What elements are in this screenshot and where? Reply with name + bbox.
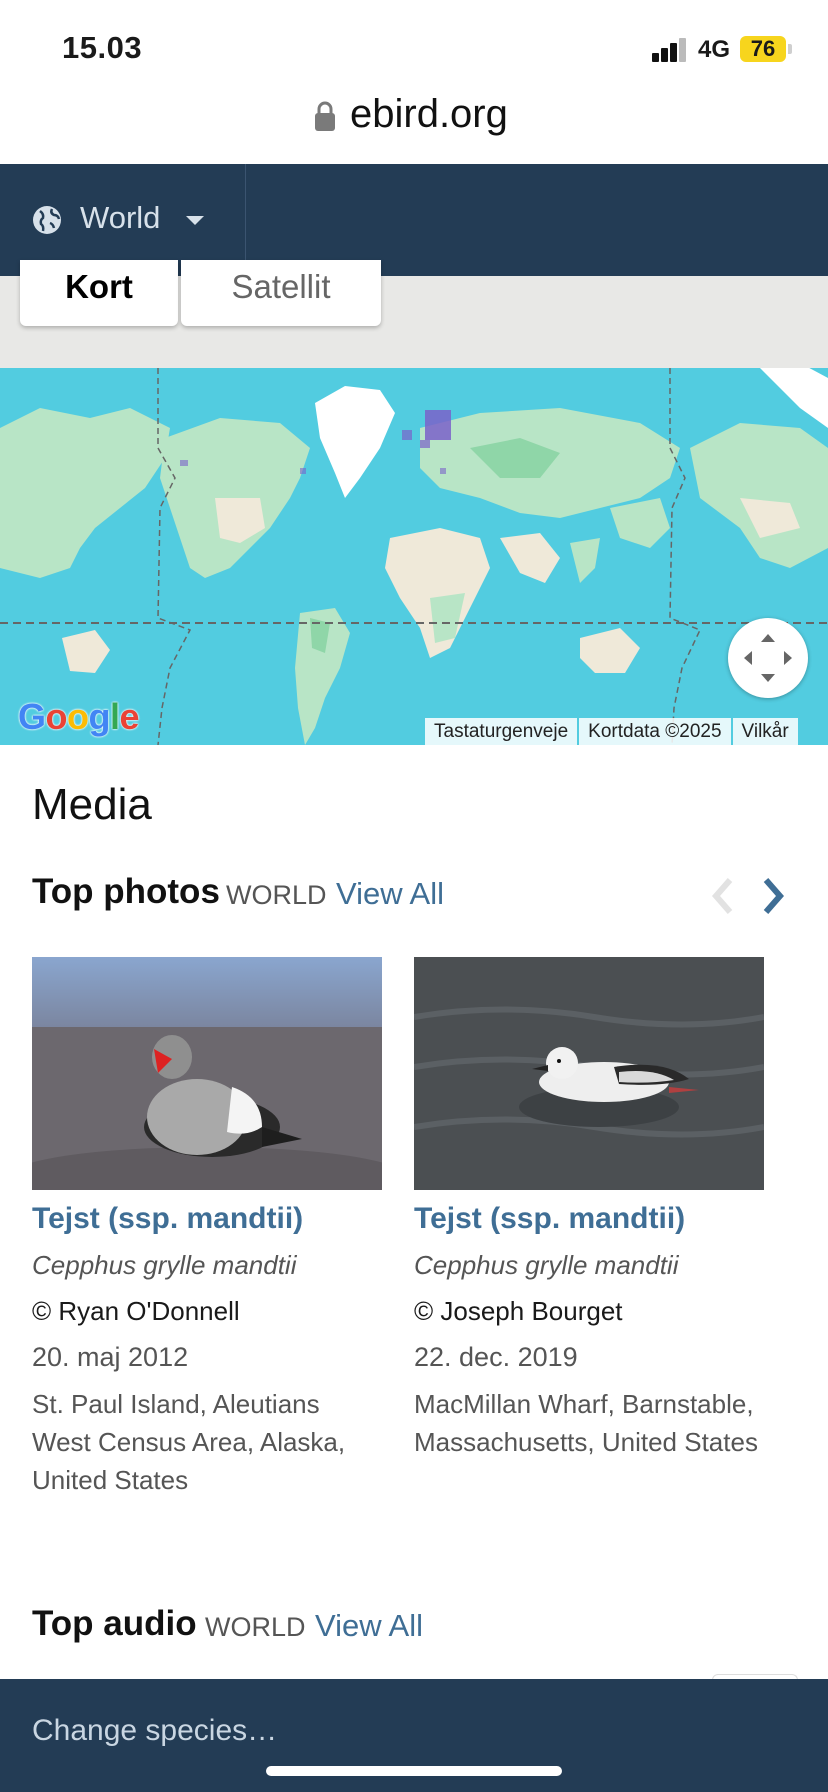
top-photos-scope: WORLD bbox=[226, 880, 327, 910]
top-audio-scope: WORLD bbox=[205, 1612, 306, 1642]
photo-species-name[interactable]: Tejst (ssp. mandtii) bbox=[32, 1202, 303, 1236]
region-selector[interactable]: World bbox=[80, 200, 160, 236]
change-species-button[interactable]: Change species… bbox=[32, 1714, 277, 1748]
photo-species-name[interactable]: Tejst (ssp. mandtii) bbox=[414, 1202, 685, 1236]
map-attribution: Tastaturgenveje Kortdata ©2025 Vilkår bbox=[423, 718, 798, 745]
map-tab-kort[interactable]: Kort bbox=[20, 260, 178, 326]
range-map[interactable] bbox=[0, 368, 828, 745]
photo-date: 20. maj 2012 bbox=[32, 1342, 189, 1372]
photo-scientific-name: Cepphus grylle mandtii bbox=[414, 1250, 679, 1280]
lock-icon bbox=[315, 101, 335, 131]
battery-nub bbox=[788, 44, 792, 54]
status-time: 15.03 bbox=[62, 30, 143, 65]
google-logo: Google bbox=[18, 696, 140, 737]
keyboard-shortcuts-link[interactable]: Tastaturgenveje bbox=[425, 718, 578, 745]
top-audio-view-all-link[interactable]: View All bbox=[315, 1608, 423, 1644]
photo-thumbnail[interactable] bbox=[414, 957, 764, 1190]
network-type: 4G bbox=[698, 36, 731, 63]
photo-credit: © Joseph Bourget bbox=[414, 1296, 623, 1326]
map-canvas bbox=[0, 368, 828, 745]
url-text[interactable]: ebird.org bbox=[350, 92, 508, 137]
home-indicator[interactable] bbox=[266, 1766, 562, 1776]
photo-location: St. Paul Island, Aleutians West Census A… bbox=[32, 1389, 346, 1495]
chevron-down-icon[interactable] bbox=[186, 216, 204, 225]
top-photos-heading: Top photos bbox=[32, 872, 220, 911]
battery-level: 76 bbox=[740, 36, 786, 62]
signal-icon bbox=[652, 38, 690, 62]
globe-icon bbox=[33, 206, 61, 234]
photo-location: MacMillan Wharf, Barnstable, Massachuset… bbox=[414, 1389, 758, 1457]
top-photos-view-all-link[interactable]: View All bbox=[336, 876, 444, 912]
photo-date: 22. dec. 2019 bbox=[414, 1342, 578, 1372]
chevron-right-icon[interactable] bbox=[754, 876, 790, 916]
media-title: Media bbox=[32, 780, 152, 829]
terms-link[interactable]: Vilkår bbox=[732, 718, 798, 745]
bird-photo-image bbox=[414, 957, 764, 1190]
photo-thumbnail[interactable] bbox=[32, 957, 382, 1190]
bird-photo-image bbox=[32, 957, 382, 1190]
map-tab-satellit[interactable]: Satellit bbox=[181, 260, 381, 326]
top-audio-heading: Top audio bbox=[32, 1604, 197, 1643]
fullscreen-button[interactable] bbox=[728, 618, 808, 698]
chevron-left-icon[interactable] bbox=[706, 876, 742, 916]
map-data-text[interactable]: Kortdata ©2025 bbox=[579, 718, 731, 745]
fullscreen-icon bbox=[744, 634, 792, 682]
photo-scientific-name: Cepphus grylle mandtii bbox=[32, 1250, 297, 1280]
photo-credit: © Ryan O'Donnell bbox=[32, 1296, 240, 1326]
